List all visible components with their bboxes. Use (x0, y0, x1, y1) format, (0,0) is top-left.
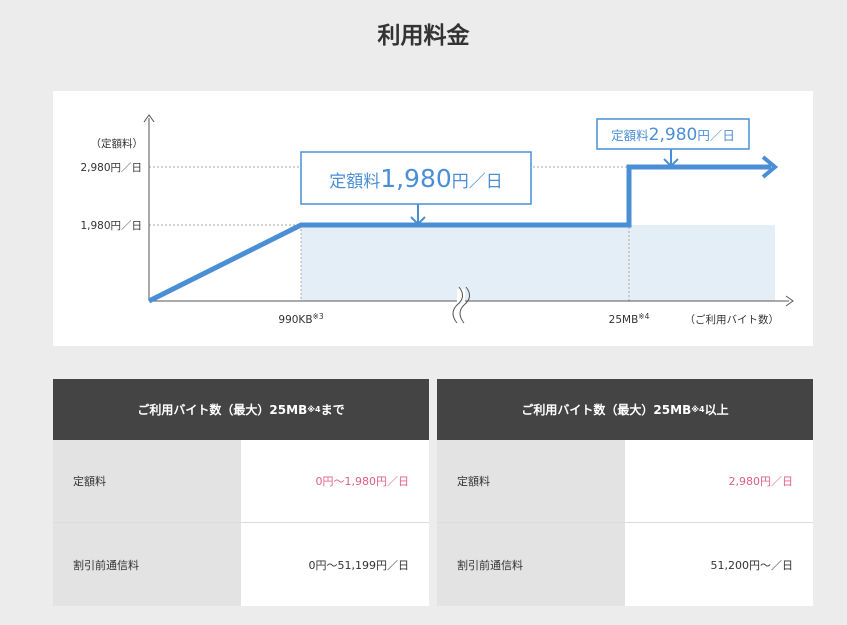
row-value: 51,200円～／日 (625, 523, 813, 606)
table-header-suffix: まで (320, 403, 345, 417)
table-up-to-25mb: ご利用バイト数（最大）25MB ※4 まで 定額料 0円～1,980円／日 割引前通… (53, 379, 429, 606)
table-header-suffix: 以上 (704, 403, 729, 417)
table-header: ご利用バイト数（最大）25MB ※4 まで (53, 379, 429, 440)
row-label: 割引前通信料 (437, 523, 625, 606)
page-title: 利用料金 (377, 23, 470, 49)
table-row: 割引前通信料 51,200円～／日 (437, 523, 813, 606)
row-value: 2,980円／日 (625, 440, 813, 522)
table-over-25mb: ご利用バイト数（最大）25MB ※4 以上 定額料 2,980円／日 割引前通信料 … (437, 379, 813, 606)
table-header-text: ご利用バイト数（最大）25MB (137, 403, 308, 417)
row-label: 割引前通信料 (53, 523, 241, 606)
row-label: 定額料 (437, 440, 625, 522)
x-tick-label: 25MB※4 (609, 312, 650, 326)
y-axis-label: （定額料） (91, 137, 144, 150)
table-row: 定額料 0円～1,980円／日 (53, 440, 429, 523)
table-header: ご利用バイト数（最大）25MB ※4 以上 (437, 379, 813, 440)
y-tick-label: 1,980円／日 (80, 220, 142, 232)
table-header-text: ご利用バイト数（最大）25MB (521, 403, 692, 417)
row-value: 0円～1,980円／日 (241, 440, 429, 522)
callout-label: 定額料2,980円／日 (611, 125, 735, 145)
x-axis-label: （ご利用バイト数） (685, 313, 780, 326)
pricing-chart: （定額料） 2,980円／日 1,980円／日 990KB※3 25MB※4 （ご利用バイ… (53, 91, 813, 346)
table-row: 割引前通信料 0円～51,199円／日 (53, 523, 429, 606)
pricing-chart-svg: （定額料） 2,980円／日 1,980円／日 990KB※3 25MB※4 （ご利用バイ… (80, 114, 794, 326)
footnote-mark: ※4 (307, 405, 321, 414)
axis-break-gap (457, 289, 465, 317)
table-row: 定額料 2,980円／日 (437, 440, 813, 523)
y-tick-label: 2,980円／日 (80, 162, 142, 174)
row-label: 定額料 (53, 440, 241, 522)
footnote-mark: ※4 (691, 405, 705, 414)
x-tick-label: 990KB※3 (278, 312, 323, 326)
row-value: 0円～51,199円／日 (241, 523, 429, 606)
area-fill (301, 225, 775, 301)
